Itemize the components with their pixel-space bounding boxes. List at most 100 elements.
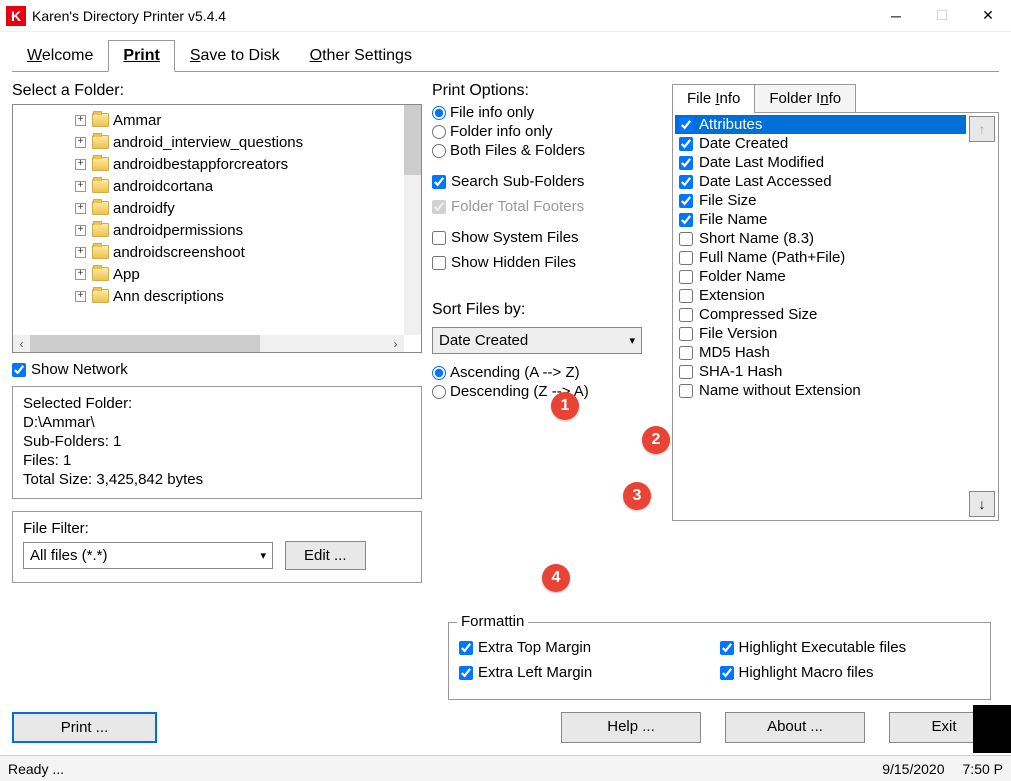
tree-item[interactable]: + Ann descriptions [75, 285, 421, 307]
radio-descending[interactable]: Descending (Z --> A) [432, 383, 662, 400]
tree-vscroll[interactable] [404, 105, 421, 335]
annotation-3: 3 [623, 482, 651, 510]
formatting-label: Formattin [457, 613, 528, 630]
status-time: 7:50 P [963, 761, 1003, 777]
selected-subfolders: Sub-Folders: 1 [23, 433, 411, 450]
info-subtabs: File Info Folder Info [672, 84, 999, 113]
tab-print[interactable]: Print [108, 40, 174, 72]
tree-item[interactable]: + androidcortana [75, 175, 421, 197]
tree-item[interactable]: + App [75, 263, 421, 285]
file-info-row[interactable]: Extension [675, 286, 966, 305]
window-title: Karen's Directory Printer v5.4.4 [32, 8, 226, 24]
expand-icon[interactable]: + [75, 291, 86, 302]
file-info-row[interactable]: SHA-1 Hash [675, 362, 966, 381]
file-info-row[interactable]: Short Name (8.3) [675, 229, 966, 248]
file-info-label: Full Name (Path+File) [699, 249, 845, 266]
file-info-label: Short Name (8.3) [699, 230, 814, 247]
tree-item[interactable]: + androidfy [75, 197, 421, 219]
expand-icon[interactable]: + [75, 203, 86, 214]
move-down-button[interactable]: ↓ [969, 491, 995, 517]
checkbox-search-subfolders[interactable]: Search Sub-Folders [432, 173, 662, 190]
file-info-label: Date Last Modified [699, 154, 824, 171]
checkbox-show-hidden-files[interactable]: Show Hidden Files [432, 254, 662, 271]
file-filter-select[interactable]: All files (*.*)▾ [23, 542, 273, 569]
expand-icon[interactable]: + [75, 159, 86, 170]
file-info-row[interactable]: MD5 Hash [675, 343, 966, 362]
tree-item-label: Ann descriptions [113, 288, 224, 305]
tree-item-label: androidcortana [113, 178, 213, 195]
tree-item-label: androidpermissions [113, 222, 243, 239]
subtab-folder-info[interactable]: Folder Info [754, 84, 856, 112]
help-button[interactable]: Help ... [561, 712, 701, 743]
annotation-2: 2 [642, 426, 670, 454]
checkbox-extra-left-margin[interactable]: Extra Left Margin [459, 664, 720, 681]
sort-files-label: Sort Files by: [432, 301, 662, 319]
tree-item[interactable]: + Ammar [75, 109, 421, 131]
file-info-row[interactable]: Date Last Accessed [675, 172, 966, 191]
file-info-row[interactable]: Folder Name [675, 267, 966, 286]
tree-hscroll[interactable]: ‹ › [13, 335, 404, 352]
edit-filter-button[interactable]: Edit ... [285, 541, 366, 570]
tab-other[interactable]: Other Settings [295, 40, 427, 71]
tree-item[interactable]: + androidpermissions [75, 219, 421, 241]
file-info-label: SHA-1 Hash [699, 363, 782, 380]
file-info-label: Attributes [699, 116, 762, 133]
tree-item-label: androidfy [113, 200, 175, 217]
file-info-label: Compressed Size [699, 306, 817, 323]
folder-icon [92, 201, 109, 215]
file-info-row[interactable]: File Version [675, 324, 966, 343]
checkbox-folder-total-footers: Folder Total Footers [432, 198, 662, 215]
minimize-button[interactable]: ─ [873, 0, 919, 32]
checkbox-extra-top-margin[interactable]: Extra Top Margin [459, 639, 720, 656]
expand-icon[interactable]: + [75, 181, 86, 192]
close-button[interactable]: ✕ [965, 0, 1011, 32]
file-info-row[interactable]: Date Created [675, 134, 966, 153]
radio-folder-info-only[interactable]: Folder info only [432, 123, 662, 140]
app-logo: K [6, 6, 26, 26]
file-info-row[interactable]: Name without Extension [675, 381, 966, 400]
expand-icon[interactable]: + [75, 137, 86, 148]
folder-icon [92, 245, 109, 259]
radio-both[interactable]: Both Files & Folders [432, 142, 662, 159]
file-info-label: Date Last Accessed [699, 173, 832, 190]
folder-icon [92, 179, 109, 193]
tree-item-label: androidbestappforcreators [113, 156, 288, 173]
file-info-row[interactable]: Date Last Modified [675, 153, 966, 172]
file-info-row[interactable]: File Size [675, 191, 966, 210]
file-info-row[interactable]: File Name [675, 210, 966, 229]
about-button[interactable]: About ... [725, 712, 865, 743]
file-info-row[interactable]: Attributes [675, 115, 966, 134]
tree-item[interactable]: +android_interview_questions [75, 131, 421, 153]
expand-icon[interactable]: + [75, 115, 86, 126]
expand-icon[interactable]: + [75, 225, 86, 236]
move-up-button[interactable]: ↑ [969, 116, 995, 142]
folder-icon [92, 223, 109, 237]
file-info-label: File Size [699, 192, 757, 209]
selected-folder-path: D:\Ammar\ [23, 414, 411, 431]
expand-icon[interactable]: + [75, 269, 86, 280]
select-folder-label: Select a Folder: [12, 82, 422, 100]
radio-ascending[interactable]: Ascending (A --> Z) [432, 364, 662, 381]
file-info-row[interactable]: Compressed Size [675, 305, 966, 324]
radio-file-info-only[interactable]: File info only [432, 104, 662, 121]
subtab-file-info[interactable]: File Info [672, 84, 755, 112]
checkbox-highlight-exe[interactable]: Highlight Executable files [720, 639, 981, 656]
file-info-row[interactable]: Full Name (Path+File) [675, 248, 966, 267]
tab-welcome[interactable]: Welcome [12, 40, 108, 71]
tab-save[interactable]: Save to Disk [175, 40, 295, 71]
checkbox-highlight-macro[interactable]: Highlight Macro files [720, 664, 981, 681]
show-network-checkbox[interactable]: Show Network [12, 361, 422, 378]
print-button[interactable]: Print ... [12, 712, 157, 743]
tree-item[interactable]: + androidbestappforcreators [75, 153, 421, 175]
tree-item-label: App [113, 266, 140, 283]
file-info-list: AttributesDate CreatedDate Last Modified… [672, 113, 999, 521]
selected-files: Files: 1 [23, 452, 411, 469]
selected-totalsize: Total Size: 3,425,842 bytes [23, 471, 411, 488]
maximize-button[interactable]: ☐ [919, 0, 965, 32]
folder-tree[interactable]: +Ammar+android_interview_questions+andro… [12, 104, 422, 353]
tree-item-label: Ammar [113, 112, 161, 129]
tree-item[interactable]: +androidscreenshoot [75, 241, 421, 263]
sort-select[interactable]: Date Created▾ [432, 327, 642, 354]
checkbox-show-system-files[interactable]: Show System Files [432, 229, 662, 246]
expand-icon[interactable]: + [75, 247, 86, 258]
